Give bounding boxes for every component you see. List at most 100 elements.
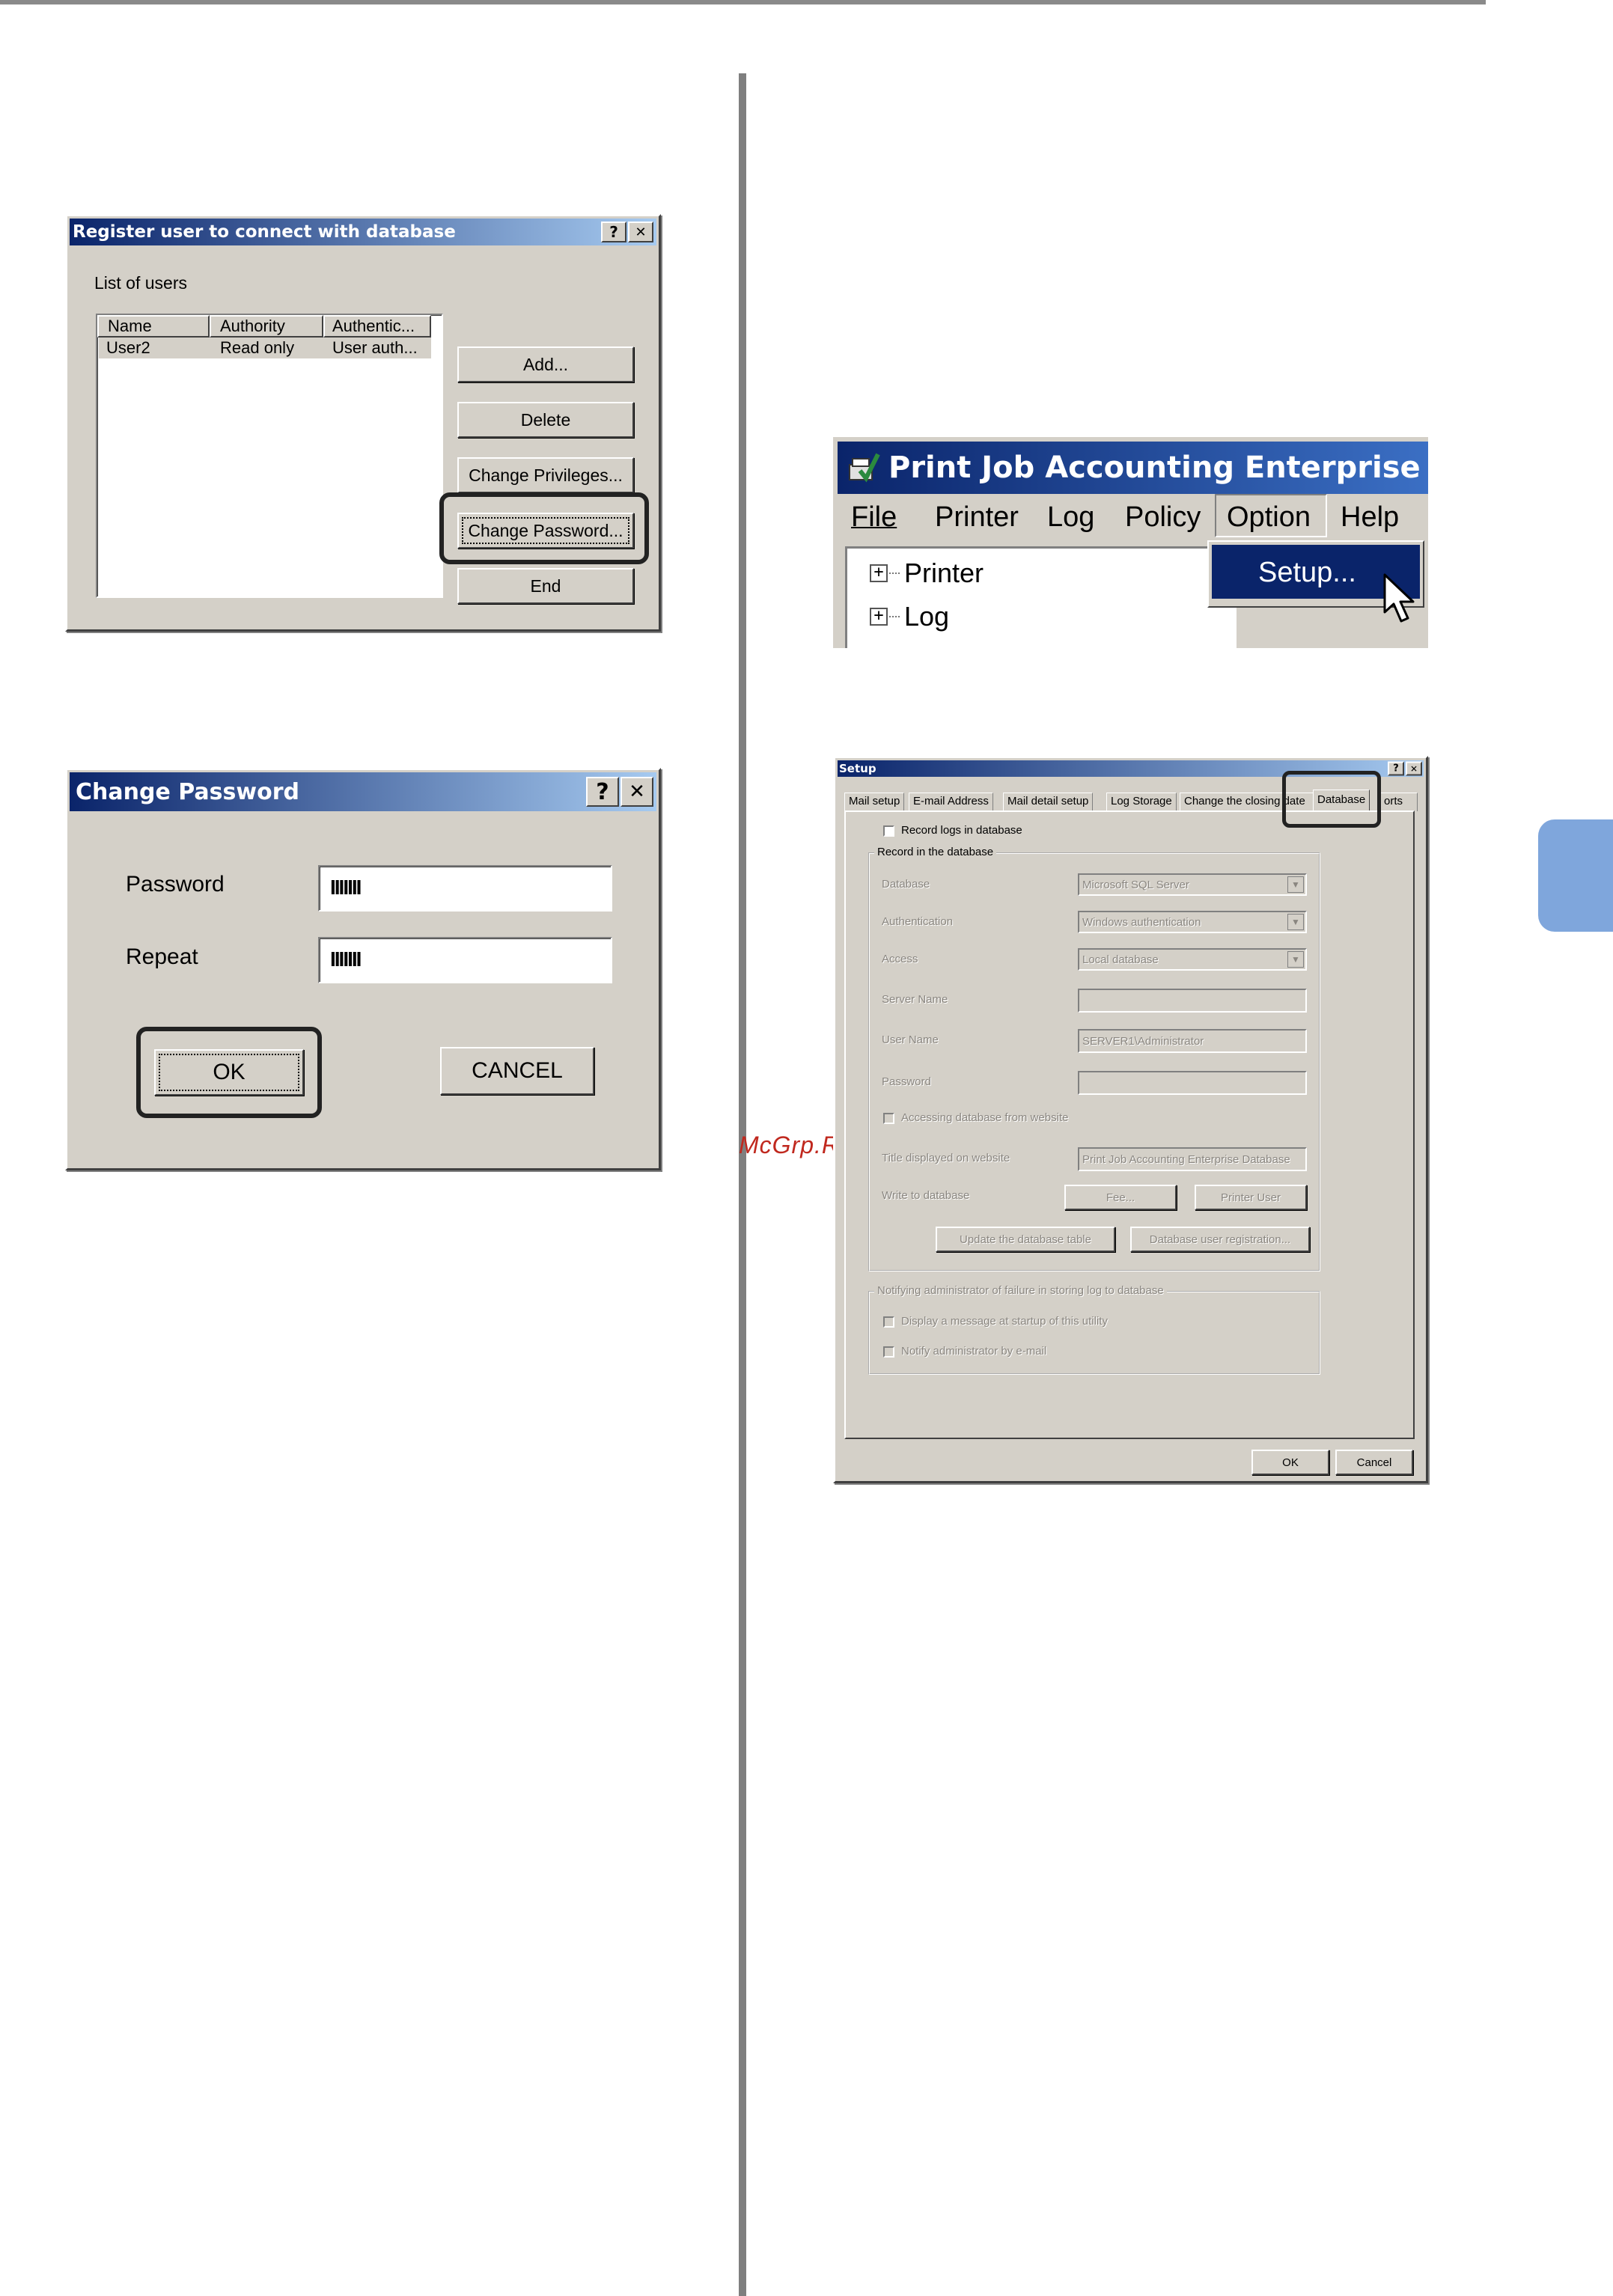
- end-button[interactable]: End: [457, 568, 634, 604]
- menu-bar: File Printer Log Policy Option Help: [838, 494, 1428, 539]
- chevron-down-icon: ▼: [1287, 914, 1304, 930]
- write-database-label: Write to database: [882, 1189, 970, 1202]
- delete-button[interactable]: Delete: [457, 402, 634, 438]
- app-title: Print Job Accounting Enterprise: [888, 451, 1421, 485]
- column-header-name[interactable]: Name: [97, 315, 210, 338]
- register-user-dialog: Register user to connect with database ?…: [65, 214, 661, 632]
- help-button[interactable]: ?: [1388, 761, 1404, 776]
- database-user-registration-button[interactable]: Database user registration...: [1130, 1227, 1310, 1252]
- app-window: Print Job Accounting Enterprise File Pri…: [833, 437, 1428, 648]
- setup-dialog: Setup ? ✕ Mail setup E-mail Address Mail…: [833, 756, 1428, 1483]
- change-password-titlebar: Change Password ? ✕: [70, 772, 656, 811]
- register-dialog-titlebar: Register user to connect with database ?…: [70, 219, 656, 245]
- column-header-authority[interactable]: Authority: [210, 315, 323, 338]
- notify-group: Notifying administrator of failure in st…: [868, 1284, 1320, 1375]
- tab-reports[interactable]: orts: [1380, 793, 1418, 811]
- record-group-title: Record in the database: [874, 846, 997, 858]
- repeat-field[interactable]: IIIIIII: [318, 937, 612, 983]
- display-message-checkbox[interactable]: [883, 1316, 894, 1328]
- tab-mail-detail-setup[interactable]: Mail detail setup: [1003, 793, 1094, 811]
- tree-item-log[interactable]: + Log: [870, 601, 949, 632]
- close-button[interactable]: ✕: [620, 777, 653, 807]
- password-value: IIIIIII: [330, 876, 362, 899]
- menu-option[interactable]: Option: [1215, 494, 1327, 537]
- expand-icon[interactable]: +: [870, 564, 888, 582]
- users-list-header: Name Authority Authentic...: [97, 315, 442, 338]
- cancel-button[interactable]: CANCEL: [440, 1047, 594, 1095]
- close-icon: ✕: [635, 224, 647, 240]
- server-name-field[interactable]: [1078, 989, 1307, 1013]
- user-name-label: User Name: [882, 1033, 939, 1046]
- row-authority: Read only: [220, 338, 295, 357]
- database-tab-page: Record logs in database Record in the da…: [844, 810, 1415, 1439]
- setup-cancel-button[interactable]: Cancel: [1335, 1450, 1413, 1475]
- close-button[interactable]: ✕: [1406, 761, 1422, 776]
- mouse-pointer-icon: [1383, 573, 1415, 623]
- database-tab-highlight: [1282, 771, 1381, 828]
- expand-icon[interactable]: +: [870, 608, 888, 626]
- password-label: Password: [882, 1075, 931, 1088]
- menu-file[interactable]: File: [851, 501, 897, 534]
- tree-connector: [889, 573, 900, 574]
- change-privileges-button[interactable]: Change Privileges...: [457, 457, 634, 493]
- help-button[interactable]: ?: [601, 222, 626, 242]
- menu-printer[interactable]: Printer: [935, 501, 1019, 534]
- column-divider: [739, 73, 746, 2296]
- fee-button[interactable]: Fee...: [1064, 1185, 1177, 1210]
- database-label: Database: [882, 878, 930, 891]
- notify-group-title: Notifying administrator of failure in st…: [874, 1284, 1167, 1297]
- accessing-website-checkbox[interactable]: [883, 1113, 894, 1124]
- add-button[interactable]: Add...: [457, 346, 634, 382]
- close-icon: ✕: [629, 781, 645, 803]
- tab-mail-setup[interactable]: Mail setup: [844, 793, 905, 811]
- authentication-select[interactable]: Windows authentication ▼: [1078, 911, 1307, 933]
- user-name-field[interactable]: SERVER1\Administrator: [1078, 1029, 1307, 1053]
- row-authentication: User auth...: [332, 338, 418, 357]
- chevron-down-icon: ▼: [1287, 951, 1304, 968]
- authentication-label: Authentication: [882, 915, 954, 928]
- ok-button-highlight: [136, 1027, 322, 1118]
- tree-label-log: Log: [904, 601, 950, 632]
- record-logs-label: Record logs in database: [901, 824, 1022, 837]
- table-row[interactable]: User2 Read only User auth...: [99, 338, 431, 358]
- help-icon: ?: [596, 778, 609, 805]
- tree-label-printer: Printer: [904, 558, 984, 588]
- display-message-label: Display a message at startup of this uti…: [901, 1315, 1108, 1328]
- register-dialog-title: Register user to connect with database: [73, 222, 456, 242]
- users-list[interactable]: Name Authority Authentic... User2 Read o…: [96, 314, 443, 598]
- setup-title: Setup: [839, 762, 876, 775]
- printer-user-button[interactable]: Printer User: [1195, 1185, 1307, 1210]
- tree-panel: + Printer + Log: [845, 546, 1237, 648]
- password-field[interactable]: IIIIIII: [318, 865, 612, 912]
- notify-email-checkbox[interactable]: [883, 1346, 894, 1358]
- record-logs-checkbox[interactable]: [883, 825, 894, 837]
- help-icon: ?: [609, 223, 618, 241]
- update-database-table-button[interactable]: Update the database table: [936, 1227, 1115, 1252]
- title-website-field[interactable]: Print Job Accounting Enterprise Database: [1078, 1147, 1307, 1171]
- list-of-users-label: List of users: [94, 273, 187, 293]
- column-header-authentication[interactable]: Authentic...: [323, 315, 431, 338]
- menu-policy[interactable]: Policy: [1125, 501, 1201, 534]
- repeat-label: Repeat: [126, 944, 198, 969]
- help-button[interactable]: ?: [586, 777, 619, 807]
- access-select[interactable]: Local database ▼: [1078, 948, 1307, 971]
- menu-help[interactable]: Help: [1341, 501, 1399, 534]
- server-name-label: Server Name: [882, 993, 948, 1006]
- menu-log[interactable]: Log: [1047, 501, 1094, 534]
- tab-log-storage[interactable]: Log Storage: [1106, 793, 1177, 811]
- tree-item-printer[interactable]: + Printer: [870, 558, 984, 589]
- chevron-down-icon: ▼: [1287, 876, 1304, 893]
- change-password-highlight: [439, 492, 649, 564]
- printer-check-icon: [849, 453, 880, 483]
- repeat-value: IIIIIII: [330, 947, 362, 971]
- setup-ok-button[interactable]: OK: [1251, 1450, 1329, 1475]
- tab-email-address[interactable]: E-mail Address: [909, 793, 993, 811]
- password-field[interactable]: [1078, 1071, 1307, 1095]
- change-password-title: Change Password: [76, 778, 299, 805]
- record-group: Record in the database Database Microsof…: [868, 846, 1320, 1271]
- database-select[interactable]: Microsoft SQL Server ▼: [1078, 873, 1307, 896]
- access-label: Access: [882, 953, 918, 965]
- app-titlebar: Print Job Accounting Enterprise: [838, 442, 1428, 494]
- close-icon: ✕: [1409, 763, 1418, 774]
- close-button[interactable]: ✕: [628, 222, 653, 242]
